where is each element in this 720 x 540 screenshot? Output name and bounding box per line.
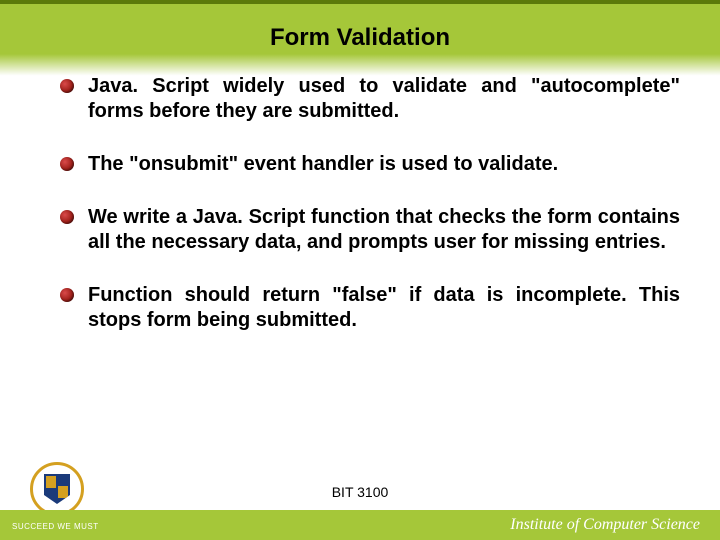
bullet-text: Function should return "false" if data i… <box>88 283 680 333</box>
bullet-item: The "onsubmit" event handler is used to … <box>60 152 680 177</box>
logo-ring <box>30 462 84 516</box>
bullet-text: The "onsubmit" event handler is used to … <box>88 152 680 177</box>
bullet-icon <box>60 210 74 224</box>
bullet-icon <box>60 79 74 93</box>
slide-title: Form Validation <box>0 24 720 52</box>
bullet-item: Java. Script widely used to validate and… <box>60 74 680 124</box>
footer-motto: SUCCEED WE MUST <box>12 522 99 531</box>
bullet-icon <box>60 157 74 171</box>
bullet-item: We write a Java. Script function that ch… <box>60 205 680 255</box>
slide-content: Java. Script widely used to validate and… <box>60 74 680 361</box>
bullet-icon <box>60 288 74 302</box>
university-logo <box>30 462 84 516</box>
footer-institute: Institute of Computer Science <box>510 516 700 534</box>
bullet-item: Function should return "false" if data i… <box>60 283 680 333</box>
bullet-text: We write a Java. Script function that ch… <box>88 205 680 255</box>
logo-shield-icon <box>44 474 70 504</box>
bullet-text: Java. Script widely used to validate and… <box>88 74 680 124</box>
course-code: BIT 3100 <box>0 484 720 500</box>
top-accent-bar <box>0 0 720 4</box>
slide: Form Validation Java. Script widely used… <box>0 0 720 540</box>
